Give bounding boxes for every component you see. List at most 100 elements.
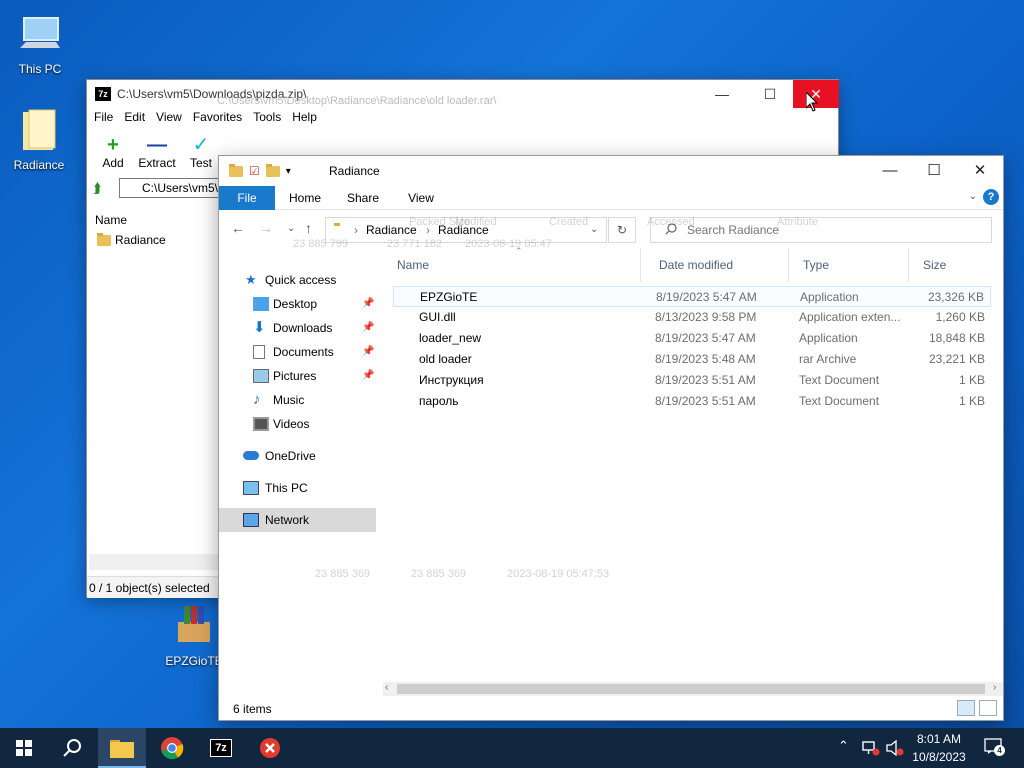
back-icon[interactable]: ←: [231, 220, 245, 236]
volume-muted-icon[interactable]: [886, 740, 904, 756]
file-name: пароль: [419, 394, 459, 408]
explorer-titlebar[interactable]: ☑ ▾ Radiance — ☐ ✕: [219, 156, 1003, 186]
taskbar-file-explorer[interactable]: [98, 728, 146, 768]
nav-label: Videos: [273, 417, 310, 431]
list-item[interactable]: Radiance: [97, 232, 166, 247]
file-name: old loader: [419, 352, 472, 366]
large-icons-view-icon[interactable]: [979, 700, 997, 716]
horizontal-scrollbar[interactable]: [89, 554, 219, 570]
explorer-window[interactable]: ☑ ▾ Radiance — ☐ ✕ File Home Share View …: [218, 155, 1004, 721]
file-type: rar Archive: [799, 352, 857, 366]
column-header-type[interactable]: Type: [789, 248, 909, 282]
add-label: Add: [102, 156, 124, 170]
menu-file[interactable]: File: [91, 108, 121, 128]
desktop-icon-this-pc[interactable]: This PC: [2, 10, 78, 76]
close-button[interactable]: ✕: [957, 156, 1003, 186]
menu-view[interactable]: View: [153, 108, 190, 128]
file-row[interactable]: loader_new 8/19/2023 5:47 AM Application 18…: [393, 328, 991, 349]
start-button[interactable]: [0, 728, 48, 768]
nav-item-network[interactable]: Network: [219, 508, 376, 532]
taskbar-7zip[interactable]: 7z: [196, 728, 244, 768]
search-button[interactable]: [48, 728, 96, 768]
minimize-button[interactable]: —: [699, 80, 745, 108]
taskbar-chrome[interactable]: [148, 728, 196, 768]
horizontal-scrollbar[interactable]: ‹ ›: [383, 682, 1003, 696]
minimize-button[interactable]: —: [867, 156, 913, 186]
nav-item-videos[interactable]: Videos: [219, 412, 376, 436]
tab-home[interactable]: Home: [285, 186, 325, 210]
help-icon[interactable]: ?: [983, 189, 999, 205]
chevron-down-icon[interactable]: ⌄: [590, 224, 598, 235]
nav-item-this-pc[interactable]: This PC: [219, 476, 376, 500]
nav-item-pictures[interactable]: Pictures 📌: [219, 364, 376, 388]
desktop-icon-label: Radiance: [13, 158, 65, 172]
column-header-size[interactable]: Size: [909, 248, 999, 282]
file-row[interactable]: Rold loader 8/19/2023 5:48 AM rar Archive 2…: [393, 349, 991, 370]
clock-time[interactable]: 8:01 AM: [908, 732, 970, 746]
column-header-name[interactable]: Name: [383, 248, 641, 282]
expand-ribbon-icon[interactable]: ⌄: [969, 191, 977, 202]
nav-item-downloads[interactable]: ⬇ Downloads 📌: [219, 316, 376, 340]
chevron-down-icon[interactable]: ▾: [286, 166, 291, 177]
recent-locations-icon[interactable]: ⌄: [287, 223, 295, 234]
file-row[interactable]: пароль 8/19/2023 5:51 AM Text Document 1 KB: [393, 391, 991, 412]
search-box[interactable]: [650, 217, 992, 243]
show-hidden-icons[interactable]: ⌃: [838, 738, 849, 754]
new-folder-icon[interactable]: [265, 163, 280, 177]
videos-icon: [253, 417, 269, 431]
search-input[interactable]: [687, 221, 977, 239]
maximize-button[interactable]: ☐: [747, 80, 793, 108]
file-row[interactable]: EPZGioTE 8/19/2023 5:47 AM Application 23,3…: [393, 286, 991, 307]
taskbar-error-app[interactable]: [246, 728, 294, 768]
file-size: 23,221 KB: [928, 352, 985, 366]
extract-label: Extract: [138, 156, 176, 170]
menu-tools[interactable]: Tools: [250, 108, 289, 128]
file-name: EPZGioTE: [420, 290, 478, 304]
menu-favorites[interactable]: Favorites: [190, 108, 250, 128]
sevenzip-menubar: File Edit View Favorites Tools Help: [87, 108, 838, 128]
network-status-icon[interactable]: [862, 740, 880, 756]
file-row[interactable]: GUI.dll 8/13/2023 9:58 PM Application exte…: [393, 307, 991, 328]
menu-edit[interactable]: Edit: [121, 108, 153, 128]
menu-help[interactable]: Help: [289, 108, 325, 128]
sevenzip-address-input[interactable]: C:\Users\vm5\: [119, 178, 219, 198]
tab-share[interactable]: Share: [343, 186, 383, 210]
nav-item-music[interactable]: ♪ Music: [219, 388, 376, 412]
ribbon: File Home Share View ⌄ ?: [219, 186, 1003, 210]
column-header-date[interactable]: Date modified: [645, 248, 789, 282]
file-size: 23,326 KB: [927, 290, 984, 304]
nav-item-onedrive[interactable]: OneDrive: [219, 444, 376, 468]
column-header-name[interactable]: Name: [95, 213, 127, 227]
clock-date[interactable]: 10/8/2023: [908, 750, 970, 764]
up-folder-icon[interactable]: ⮭: [93, 180, 101, 197]
desktop-icon-radiance[interactable]: Radiance: [1, 106, 77, 172]
test-icon: ✓: [192, 134, 210, 156]
nav-item-desktop[interactable]: Desktop 📌: [219, 292, 376, 316]
refresh-button[interactable]: ↻: [608, 217, 636, 243]
details-view-icon[interactable]: [957, 700, 975, 716]
add-button[interactable]: + Add: [91, 128, 135, 176]
test-button[interactable]: ✓ Test: [179, 128, 223, 176]
nav-item-documents[interactable]: Documents 📌: [219, 340, 376, 364]
file-size: 1 KB: [958, 373, 985, 387]
file-size: 1 KB: [958, 394, 985, 408]
file-row[interactable]: Инструкция 8/19/2023 5:51 AM Text Document…: [393, 370, 991, 391]
notification-center-button[interactable]: 4: [984, 738, 1005, 756]
forward-icon[interactable]: →: [259, 220, 273, 236]
properties-icon[interactable]: ☑: [249, 164, 260, 178]
scrollbar-thumb[interactable]: [397, 684, 985, 694]
up-icon[interactable]: ↑: [305, 220, 312, 236]
documents-icon: [253, 345, 265, 359]
ghost-column-attribute: Attribute: [777, 216, 818, 228]
extract-button[interactable]: — Extract: [135, 128, 179, 176]
file-type: Text Document: [799, 373, 880, 387]
nav-label: OneDrive: [265, 449, 316, 463]
scroll-right-icon[interactable]: ›: [993, 682, 996, 693]
scroll-left-icon[interactable]: ‹: [385, 682, 388, 693]
nav-item-quick-access[interactable]: ★ Quick access: [219, 268, 376, 292]
nav-label: Documents: [273, 345, 334, 359]
tab-file[interactable]: File: [219, 186, 275, 210]
tab-view[interactable]: View: [401, 186, 441, 210]
sevenzip-titlebar[interactable]: 7z C:\Users\vm5\Downloads\pizda.zip\ C:\…: [87, 80, 839, 108]
maximize-button[interactable]: ☐: [911, 156, 957, 186]
